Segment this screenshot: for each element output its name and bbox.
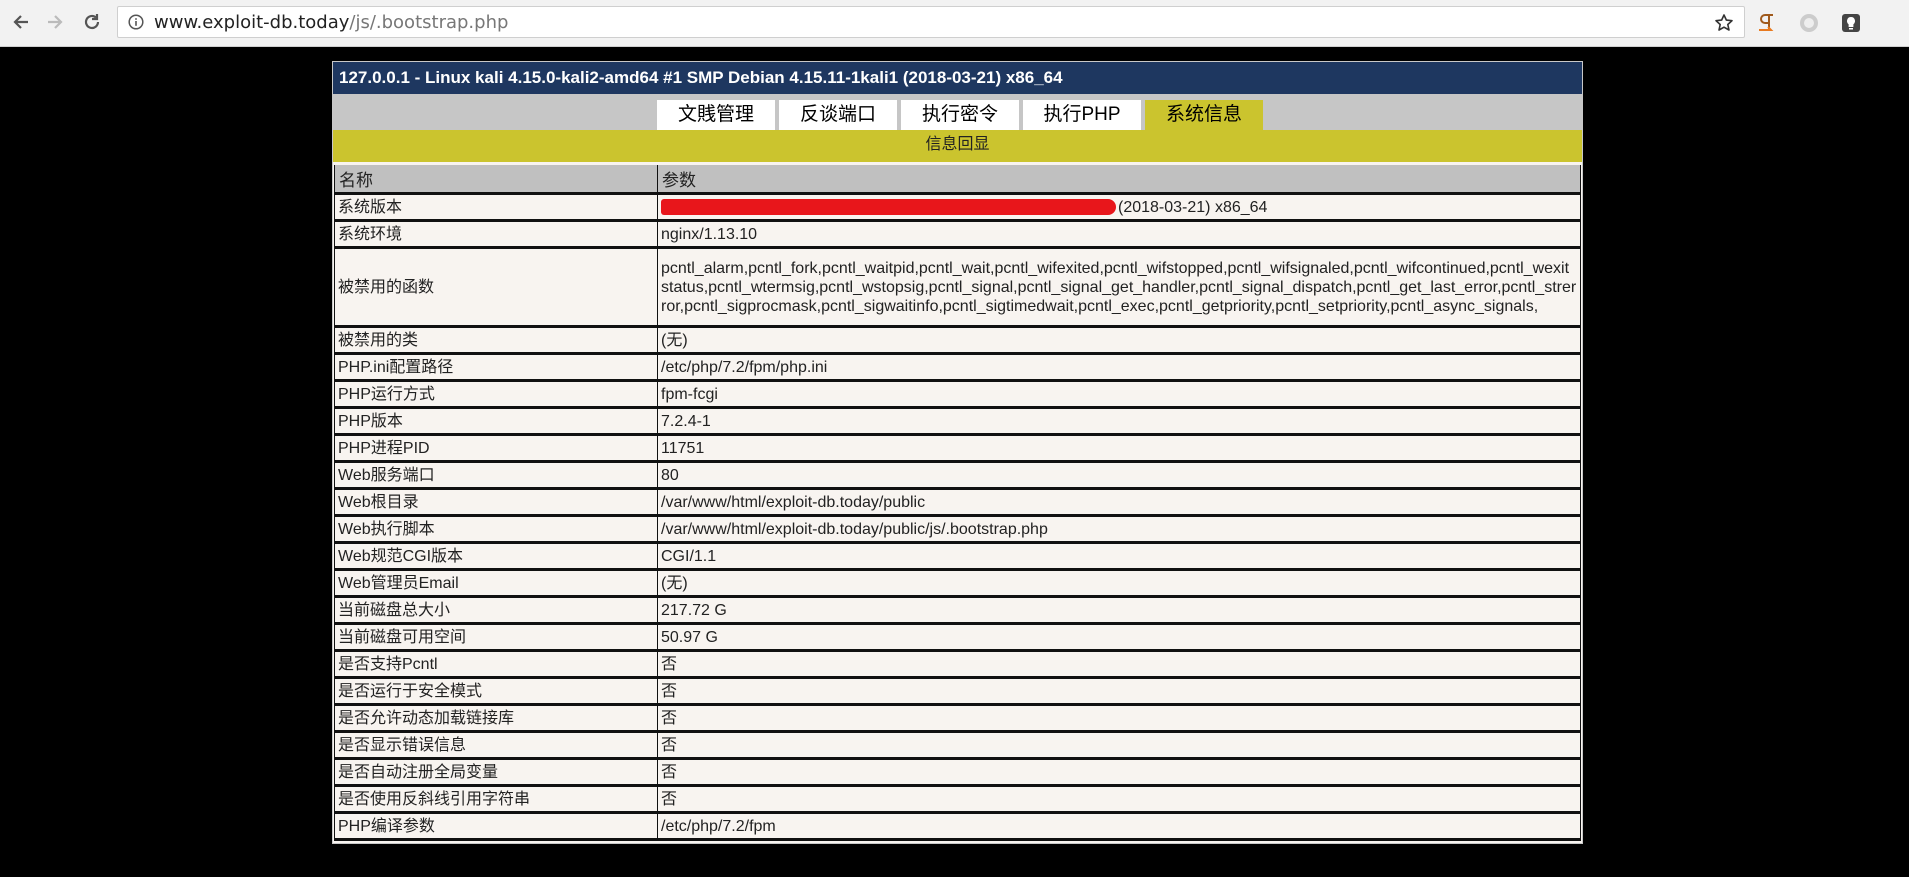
tab-execute-php[interactable]: 执行PHP bbox=[1023, 100, 1141, 130]
sysinfo-panel: 127.0.0.1 - Linux kali 4.15.0-kali2-amd6… bbox=[332, 61, 1583, 844]
row-value: 否 bbox=[658, 787, 1581, 814]
tab-file-manager[interactable]: 文賎管理 bbox=[657, 100, 775, 130]
table-row: PHP.ini配置路径 /etc/php/7.2/fpm/php.ini bbox=[334, 355, 1581, 382]
row-name: Web管理员Email bbox=[334, 571, 658, 598]
table-row: PHP编译参数 /etc/php/7.2/fpm bbox=[334, 814, 1581, 841]
sysinfo-table: 名称 参数 系统版本 (2018-03-21) x86_64 系统环境 ngin… bbox=[334, 165, 1581, 841]
row-name: PHP运行方式 bbox=[334, 382, 658, 409]
table-row: Web规范CGI版本 CGI/1.1 bbox=[334, 544, 1581, 571]
row-name: 是否允许动态加载链接库 bbox=[334, 706, 658, 733]
tab-system-info[interactable]: 系统信息 bbox=[1145, 100, 1263, 130]
row-name: 当前磁盘总大小 bbox=[334, 598, 658, 625]
row-name: 是否支持Pcntl bbox=[334, 652, 658, 679]
row-name: 系统环境 bbox=[334, 222, 658, 249]
row-value: /etc/php/7.2/fpm/php.ini bbox=[658, 355, 1581, 382]
row-value: nginx/1.13.10 bbox=[658, 222, 1581, 249]
row-name: 是否运行于安全模式 bbox=[334, 679, 658, 706]
row-name: 是否使用反斜线引用字符串 bbox=[334, 787, 658, 814]
table-row: Web管理员Email (无) bbox=[334, 571, 1581, 598]
row-name: PHP编译参数 bbox=[334, 814, 658, 841]
row-value: fpm-fcgi bbox=[658, 382, 1581, 409]
header-value: 参数 bbox=[658, 165, 1581, 195]
row-name: 被禁用的函数 bbox=[334, 249, 658, 328]
table-row: Web根目录 /var/www/html/exploit-db.today/pu… bbox=[334, 490, 1581, 517]
row-value: (2018-03-21) x86_64 bbox=[658, 195, 1581, 222]
row-name: Web服务端口 bbox=[334, 463, 658, 490]
row-value: /var/www/html/exploit-db.today/public/js… bbox=[658, 517, 1581, 544]
table-row: Web服务端口 80 bbox=[334, 463, 1581, 490]
address-bar[interactable]: www.exploit-db.today/js/.bootstrap.php bbox=[117, 6, 1745, 38]
row-name: 被禁用的类 bbox=[334, 328, 658, 355]
table-row: 当前磁盘可用空间 50.97 G bbox=[334, 625, 1581, 652]
tabs-bar: 文賎管理 反谈端口 执行密令 执行PHP 系统信息 bbox=[333, 94, 1582, 130]
table-row: Web执行脚本 /var/www/html/exploit-db.today/p… bbox=[334, 517, 1581, 544]
row-value: 否 bbox=[658, 706, 1581, 733]
table-row: 是否自动注册全局变量 否 bbox=[334, 760, 1581, 787]
row-value: /var/www/html/exploit-db.today/public bbox=[658, 490, 1581, 517]
row-value: CGI/1.1 bbox=[658, 544, 1581, 571]
table-row: 被禁用的函数 pcntl_alarm,pcntl_fork,pcntl_wait… bbox=[334, 249, 1581, 328]
info-icon[interactable] bbox=[127, 13, 145, 31]
back-arrow-icon[interactable] bbox=[8, 9, 34, 35]
table-row: PHP运行方式 fpm-fcgi bbox=[334, 382, 1581, 409]
row-name: 是否自动注册全局变量 bbox=[334, 760, 658, 787]
tab-list: 文賎管理 反谈端口 执行密令 执行PHP 系统信息 bbox=[657, 100, 1267, 130]
url-host: www.exploit-db.today bbox=[154, 11, 350, 33]
row-value: 7.2.4-1 bbox=[658, 409, 1581, 436]
table-row: PHP进程PID 11751 bbox=[334, 436, 1581, 463]
bulb-extension-icon[interactable] bbox=[1839, 11, 1863, 35]
table-row: 系统版本 (2018-03-21) x86_64 bbox=[334, 195, 1581, 222]
table-row: 被禁用的类 (无) bbox=[334, 328, 1581, 355]
table-row: 是否使用反斜线引用字符串 否 bbox=[334, 787, 1581, 814]
tab-execute-command[interactable]: 执行密令 bbox=[901, 100, 1019, 130]
row-name: Web规范CGI版本 bbox=[334, 544, 658, 571]
row-value: 否 bbox=[658, 652, 1581, 679]
forward-arrow-icon[interactable] bbox=[42, 9, 68, 35]
table-row: PHP版本 7.2.4-1 bbox=[334, 409, 1581, 436]
row-name: Web执行脚本 bbox=[334, 517, 658, 544]
row-value: (无) bbox=[658, 328, 1581, 355]
table-row: 是否支持Pcntl 否 bbox=[334, 652, 1581, 679]
row-name: 当前磁盘可用空间 bbox=[334, 625, 658, 652]
url-text: www.exploit-db.today/js/.bootstrap.php bbox=[154, 12, 508, 33]
row-value: pcntl_alarm,pcntl_fork,pcntl_waitpid,pcn… bbox=[658, 249, 1581, 328]
star-icon[interactable] bbox=[1712, 11, 1736, 35]
url-path: /js/.bootstrap.php bbox=[349, 11, 509, 33]
table-row: 是否允许动态加载链接库 否 bbox=[334, 706, 1581, 733]
browser-toolbar: www.exploit-db.today/js/.bootstrap.php bbox=[0, 0, 1909, 47]
header-name: 名称 bbox=[334, 165, 658, 195]
row-value: 217.72 G bbox=[658, 598, 1581, 625]
row-value: 否 bbox=[658, 679, 1581, 706]
row-name: PHP.ini配置路径 bbox=[334, 355, 658, 382]
row-value: 否 bbox=[658, 760, 1581, 787]
page-title: 127.0.0.1 - Linux kali 4.15.0-kali2-amd6… bbox=[333, 62, 1582, 94]
row-value: 否 bbox=[658, 733, 1581, 760]
paragraph-extension-icon[interactable] bbox=[1755, 11, 1779, 35]
table-header-row: 名称 参数 bbox=[334, 165, 1581, 195]
row-name: Web根目录 bbox=[334, 490, 658, 517]
tab-reverse-port[interactable]: 反谈端口 bbox=[779, 100, 897, 130]
row-name: 系统版本 bbox=[334, 195, 658, 222]
row-value-text: (2018-03-21) x86_64 bbox=[1118, 198, 1268, 216]
section-title: 信息回显 bbox=[333, 130, 1582, 162]
row-name: PHP版本 bbox=[334, 409, 658, 436]
table-row: 系统环境 nginx/1.13.10 bbox=[334, 222, 1581, 249]
redaction-mark bbox=[661, 199, 1116, 216]
reload-icon[interactable] bbox=[79, 9, 105, 35]
row-value: (无) bbox=[658, 571, 1581, 598]
row-name: 是否显示错误信息 bbox=[334, 733, 658, 760]
row-value: 50.97 G bbox=[658, 625, 1581, 652]
row-name: PHP进程PID bbox=[334, 436, 658, 463]
row-value: /etc/php/7.2/fpm bbox=[658, 814, 1581, 841]
table-row: 是否显示错误信息 否 bbox=[334, 733, 1581, 760]
row-value: 11751 bbox=[658, 436, 1581, 463]
circle-extension-icon[interactable] bbox=[1797, 11, 1821, 35]
table-row: 是否运行于安全模式 否 bbox=[334, 679, 1581, 706]
row-value: 80 bbox=[658, 463, 1581, 490]
table-row: 当前磁盘总大小 217.72 G bbox=[334, 598, 1581, 625]
